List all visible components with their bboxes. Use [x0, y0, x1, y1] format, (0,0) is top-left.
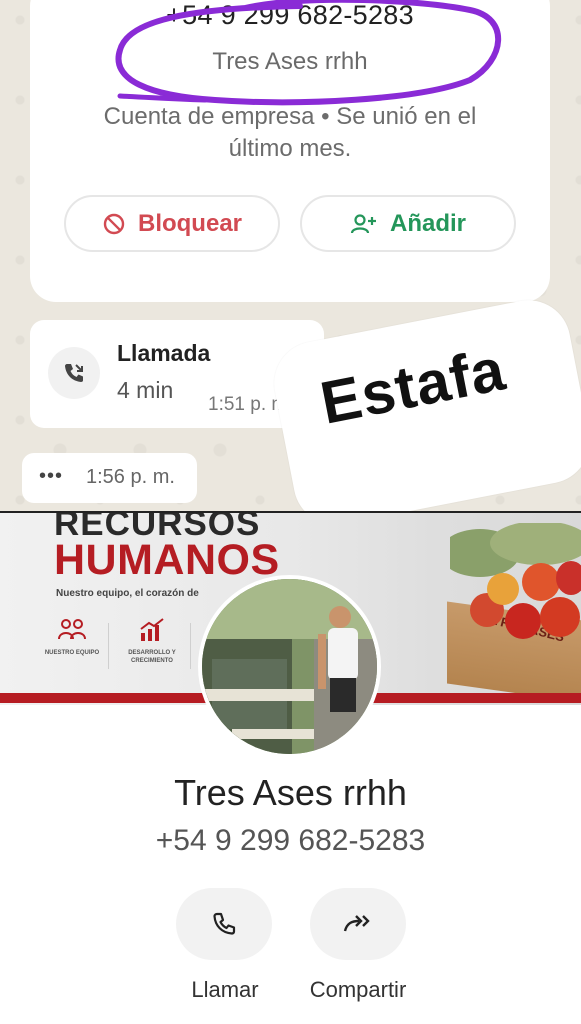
- team-icon: NUESTRO EQUIPO: [40, 617, 104, 657]
- block-button[interactable]: Bloquear: [64, 195, 280, 252]
- missed-call-icon: [48, 347, 100, 399]
- banner-divider: [108, 623, 109, 669]
- apple-graphic: [487, 573, 519, 605]
- block-button-label: Bloquear: [137, 209, 242, 237]
- forward-icon: [343, 915, 370, 932]
- call-title: Llamada: [117, 340, 211, 366]
- call-duration: 4 min: [117, 377, 174, 403]
- add-person-icon: [350, 213, 376, 233]
- profile-name: Tres Ases rrhh: [174, 772, 407, 813]
- call-button-label: Llamar: [191, 977, 259, 1002]
- growth-icon-label: DESARROLLO Y CRECIMIENTO: [128, 650, 176, 664]
- team-icon-label: NUESTRO EQUIPO: [44, 650, 100, 656]
- deleted-message-bubble[interactable]: ••• 1:56 p. m.: [22, 453, 197, 503]
- block-icon: [103, 213, 125, 234]
- avatar-photo: [202, 579, 377, 754]
- contact-phone: +54 9 299 682-5283: [166, 0, 414, 30]
- profile-avatar[interactable]: [198, 575, 381, 758]
- apple-graphic: [556, 561, 581, 595]
- add-contact-button[interactable]: Añadir: [300, 195, 516, 252]
- contact-info-card: +54 9 299 682-5283 Tres Ases rrhh Cuenta…: [30, 0, 550, 302]
- message-timestamp: 1:56 p. m.: [86, 466, 175, 488]
- phone-icon: [213, 912, 236, 935]
- banner-subtitle: Nuestro equipo, el corazón de: [56, 588, 199, 599]
- contact-name: Tres Ases rrhh: [212, 48, 368, 75]
- apple-graphic: [540, 597, 580, 637]
- banner-divider: [190, 623, 191, 669]
- add-button-label: Añadir: [389, 209, 466, 237]
- apple-graphic: [505, 603, 541, 639]
- profile-phone: +54 9 299 682-5283: [155, 824, 426, 857]
- call-button[interactable]: [176, 888, 272, 960]
- ellipsis-icon: •••: [39, 465, 64, 487]
- account-info-text: Cuenta de empresa • Se unió en el último…: [103, 103, 477, 162]
- growth-chart-icon: DESARROLLO Y CRECIMIENTO: [120, 617, 184, 665]
- share-button[interactable]: [310, 888, 406, 960]
- banner-title-line2: HUMANOS: [54, 536, 280, 584]
- share-button-label: Compartir: [309, 977, 407, 1002]
- chat-screenshot: +54 9 299 682-5283 Tres Ases rrhh Cuenta…: [0, 0, 581, 512]
- apple-graphic: [522, 563, 560, 601]
